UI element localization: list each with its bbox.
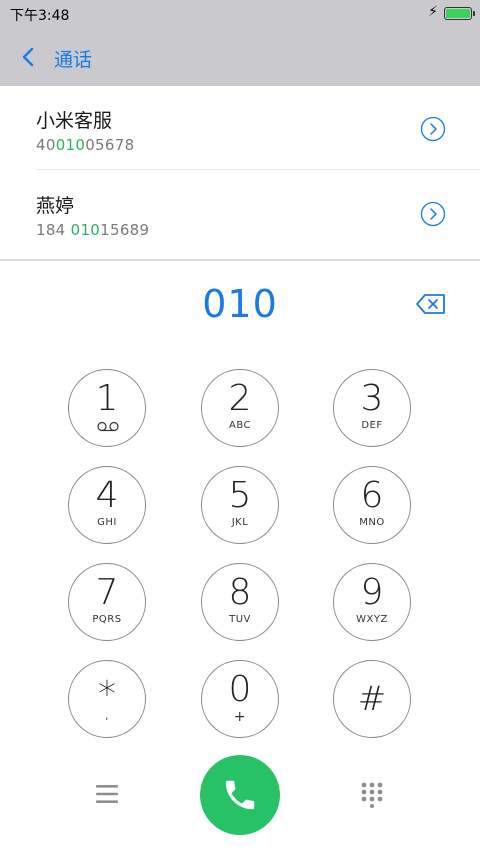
- chevron-left-icon[interactable]: [18, 42, 42, 72]
- contact-name: 燕婷: [36, 195, 75, 217]
- key-letters: JKL: [231, 517, 249, 528]
- contact-row[interactable]: 小米客服 4001005678: [0, 86, 480, 170]
- call-button[interactable]: [200, 755, 280, 835]
- key-digit: 9: [360, 572, 384, 613]
- key-digit: 1: [95, 378, 119, 419]
- key-hash[interactable]: #: [333, 660, 411, 738]
- key-digit: 7: [95, 572, 119, 613]
- key-letters: TUV: [229, 614, 251, 625]
- chevron-right-circle-icon[interactable]: [420, 201, 446, 227]
- bolt-icon: ⚡: [428, 4, 438, 20]
- key-2[interactable]: 2 ABC: [201, 369, 279, 447]
- key-7[interactable]: 7 PQRS: [68, 563, 146, 641]
- number-match: 010: [70, 221, 101, 239]
- key-letters: ,: [105, 711, 109, 722]
- status-time: 下午3:48: [10, 8, 70, 24]
- number-match: 010: [55, 136, 86, 154]
- key-digit: 4: [95, 475, 119, 516]
- key-digit: #: [357, 679, 387, 719]
- key-letters: MNO: [359, 517, 385, 528]
- key-digit: *: [98, 674, 116, 715]
- key-9[interactable]: 9 WXYZ: [333, 563, 411, 641]
- header: 通话: [0, 28, 480, 86]
- key-0[interactable]: 0 +: [201, 660, 279, 738]
- key-digit: 3: [360, 378, 384, 419]
- key-8[interactable]: 8 TUV: [201, 563, 279, 641]
- key-letters: PQRS: [92, 614, 122, 625]
- contact-number: 4001005678: [36, 136, 135, 154]
- keypad-icon[interactable]: [361, 782, 383, 808]
- voicemail-icon: [97, 421, 119, 432]
- key-digit: 2: [228, 378, 252, 419]
- key-6[interactable]: 6 MNO: [333, 466, 411, 544]
- battery-icon: [444, 7, 475, 20]
- chevron-right-circle-icon[interactable]: [420, 116, 446, 142]
- page-title: 通话: [54, 49, 93, 71]
- dialed-number: 010: [202, 282, 278, 326]
- key-digit: 0: [228, 669, 252, 710]
- key-letters: +: [233, 709, 247, 725]
- key-letters: DEF: [361, 420, 383, 431]
- menu-icon[interactable]: [96, 783, 118, 805]
- key-5[interactable]: 5 JKL: [201, 466, 279, 544]
- contact-name: 小米客服: [36, 110, 113, 132]
- key-1[interactable]: 1: [68, 369, 146, 447]
- contact-number: 184 01015689: [36, 221, 150, 239]
- key-letters: GHI: [97, 517, 117, 528]
- key-digit: 8: [228, 572, 252, 613]
- key-digit: 6: [360, 475, 384, 516]
- section-divider: [0, 259, 480, 261]
- phone-icon: [225, 780, 255, 810]
- key-4[interactable]: 4 GHI: [68, 466, 146, 544]
- key-3[interactable]: 3 DEF: [333, 369, 411, 447]
- key-letters: ABC: [228, 420, 251, 431]
- key-star[interactable]: * ,: [68, 660, 146, 738]
- divider: [36, 169, 480, 170]
- backspace-icon[interactable]: [415, 292, 447, 316]
- contact-row[interactable]: 燕婷 184 01015689: [0, 171, 480, 255]
- key-letters: WXYZ: [356, 614, 388, 625]
- key-digit: 5: [228, 475, 252, 516]
- status-bar: 下午3:48 ⚡: [0, 0, 480, 28]
